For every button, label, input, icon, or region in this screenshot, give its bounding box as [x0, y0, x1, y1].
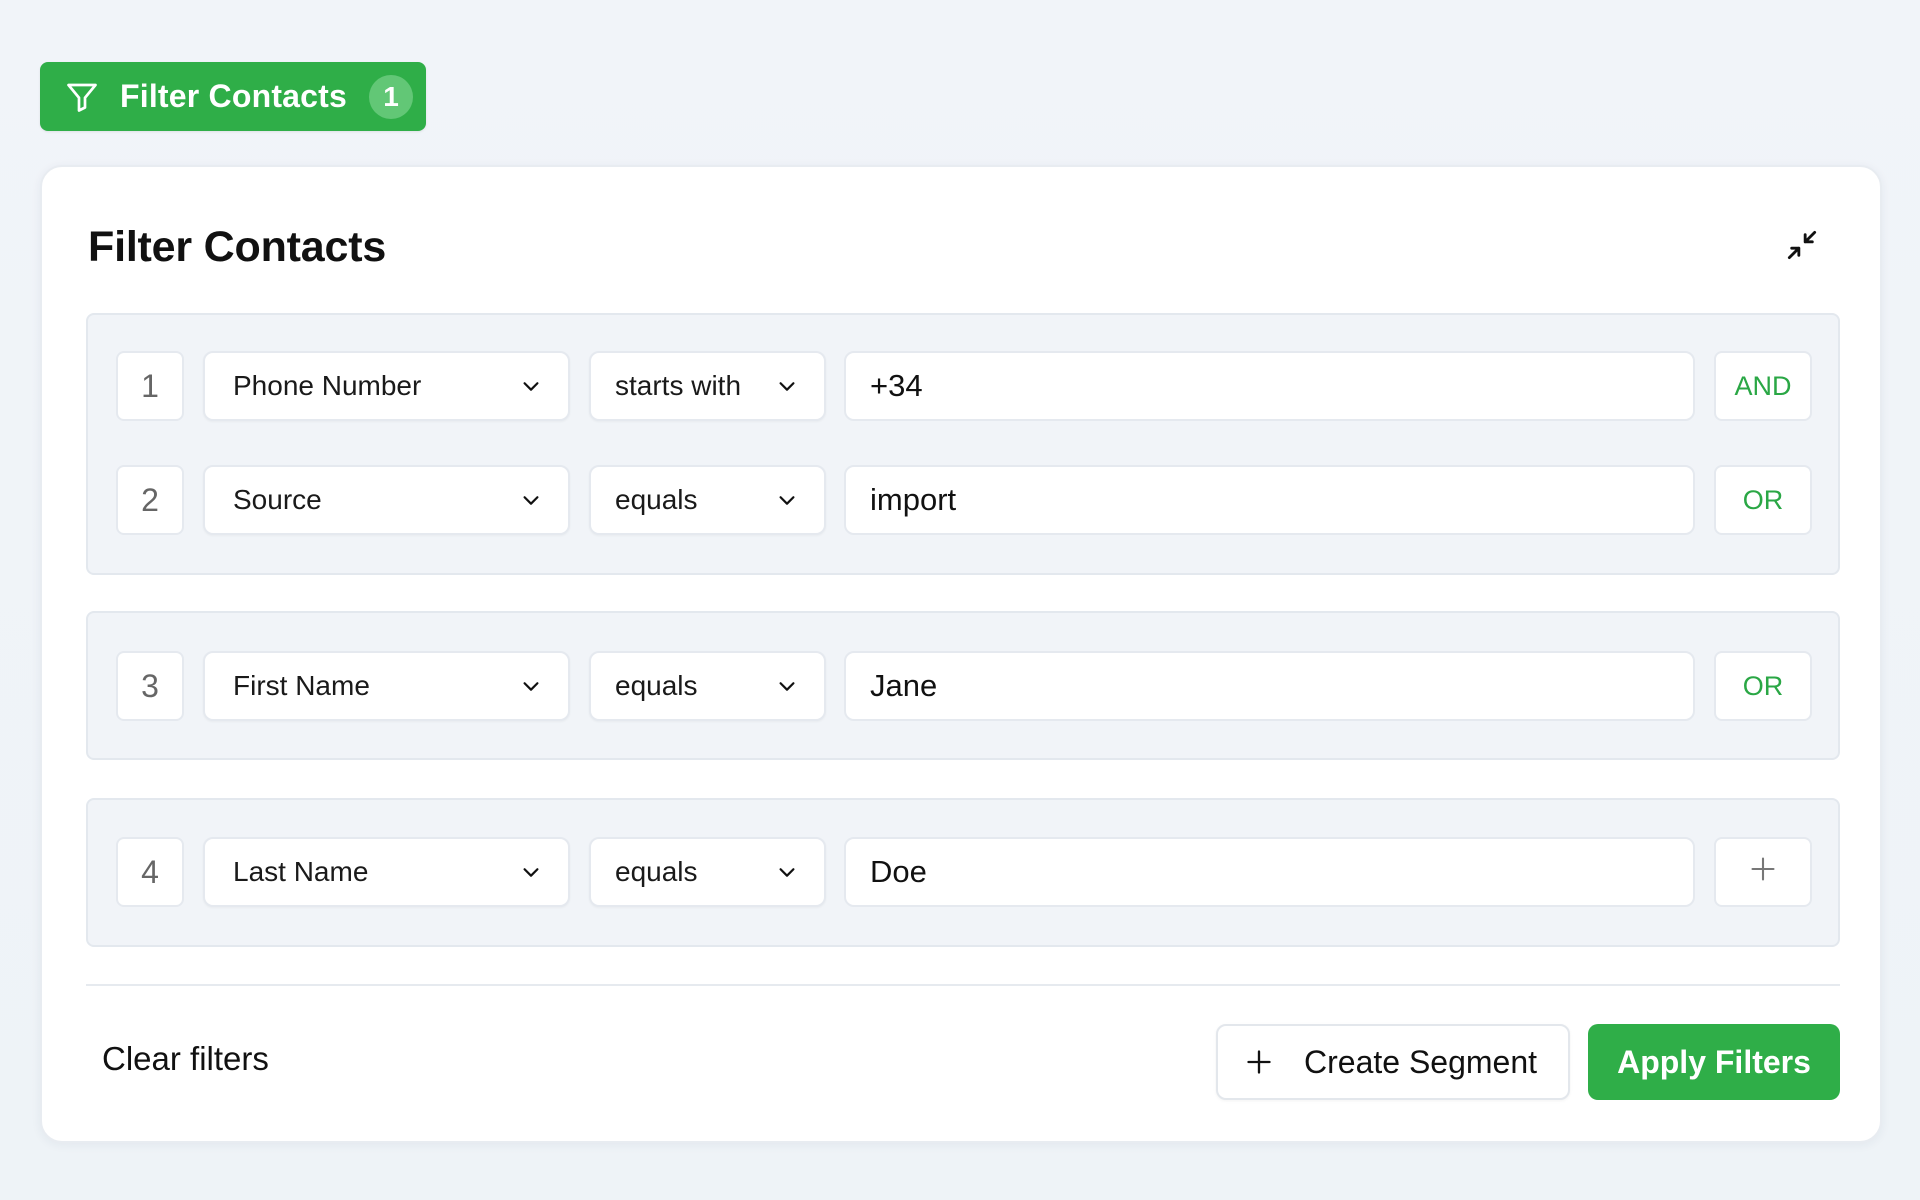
chevron-down-icon — [518, 373, 544, 399]
row-index: 1 — [116, 351, 184, 421]
filter-group-1: 1 Phone Number starts with AND 2 Source … — [86, 313, 1840, 575]
filter-row: 2 Source equals OR — [88, 465, 1838, 535]
filter-row: 4 Last Name equals — [88, 837, 1838, 907]
field-select-value: Phone Number — [233, 370, 422, 401]
value-input[interactable] — [844, 465, 1695, 535]
field-select-value: Last Name — [233, 856, 369, 887]
value-input[interactable] — [844, 351, 1695, 421]
value-input[interactable] — [844, 837, 1695, 907]
operator-select[interactable]: starts with — [589, 351, 826, 421]
filter-row: 3 First Name equals OR — [88, 651, 1838, 721]
field-select[interactable]: First Name — [203, 651, 570, 721]
field-select[interactable]: Last Name — [203, 837, 570, 907]
filter-contacts-toggle-button[interactable]: Filter Contacts 1 — [40, 62, 426, 131]
active-filter-count-badge: 1 — [369, 74, 414, 119]
operator-select-value: equals — [615, 484, 698, 515]
filter-panel: Filter Contacts 1 Phone Number starts wi… — [40, 165, 1882, 1143]
operator-select-value: starts with — [615, 370, 742, 401]
operator-select-value: equals — [615, 670, 698, 701]
chevron-down-icon — [774, 487, 800, 513]
logic-toggle-button[interactable]: OR — [1714, 651, 1812, 721]
panel-title: Filter Contacts — [88, 223, 387, 271]
plus-icon — [1244, 1047, 1274, 1077]
apply-filters-button[interactable]: Apply Filters — [1588, 1024, 1840, 1100]
operator-select[interactable]: equals — [589, 651, 826, 721]
row-index: 3 — [116, 651, 184, 721]
chevron-down-icon — [774, 373, 800, 399]
plus-icon — [1749, 855, 1777, 890]
filter-row: 1 Phone Number starts with AND — [88, 351, 1838, 421]
filter-icon — [62, 77, 102, 117]
row-index: 4 — [116, 837, 184, 907]
field-select-value: First Name — [233, 670, 370, 701]
field-select-value: Source — [233, 484, 322, 515]
value-input[interactable] — [844, 651, 1695, 721]
operator-select[interactable]: equals — [589, 837, 826, 907]
filter-group-2: 3 First Name equals OR — [86, 611, 1840, 760]
filter-toggle-label: Filter Contacts — [120, 78, 348, 114]
filter-group-3: 4 Last Name equals — [86, 798, 1840, 947]
collapse-icon — [1783, 226, 1821, 269]
operator-select[interactable]: equals — [589, 465, 826, 535]
chevron-down-icon — [774, 673, 800, 699]
field-select[interactable]: Phone Number — [203, 351, 570, 421]
chevron-down-icon — [518, 859, 544, 885]
logic-toggle-button[interactable]: OR — [1714, 465, 1812, 535]
create-segment-label: Create Segment — [1304, 1043, 1538, 1080]
create-segment-button[interactable]: Create Segment — [1216, 1024, 1570, 1100]
chevron-down-icon — [774, 859, 800, 885]
field-select[interactable]: Source — [203, 465, 570, 535]
add-condition-button[interactable] — [1714, 837, 1812, 907]
logic-toggle-button[interactable]: AND — [1714, 351, 1812, 421]
chevron-down-icon — [518, 487, 544, 513]
operator-select-value: equals — [615, 856, 698, 887]
footer-divider — [86, 984, 1840, 986]
row-index: 2 — [116, 465, 184, 535]
collapse-button[interactable] — [1780, 225, 1824, 269]
chevron-down-icon — [518, 673, 544, 699]
clear-filters-button[interactable]: Clear filters — [102, 1040, 269, 1078]
